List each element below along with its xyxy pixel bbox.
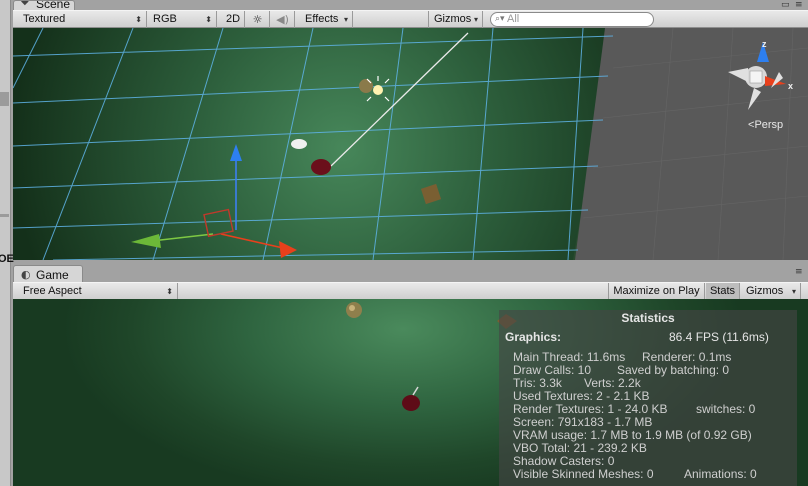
gizmos-label: Gizmos: [434, 13, 472, 25]
svg-text:z: z: [762, 39, 767, 49]
aspect-dropdown[interactable]: Free Aspect ⬍: [18, 283, 178, 300]
panel-lock-icon[interactable]: ▭: [781, 1, 790, 10]
dropdown-arrow-icon: ▾: [343, 15, 348, 24]
dropdown-arrow-icon: ▾: [791, 287, 796, 296]
search-icon: ⌕▾: [495, 14, 505, 24]
svg-text:x: x: [788, 81, 793, 91]
effects-label: Effects: [305, 13, 339, 25]
panel-edge-marker: [0, 92, 9, 106]
stats-row: VBO Total: 21 - 239.2 KB: [513, 441, 647, 455]
speaker-icon[interactable]: ◀): [271, 11, 295, 28]
dropdown-arrow-icon: ⬍: [205, 15, 212, 24]
apple-object[interactable]: [311, 159, 331, 175]
scene-toolbar: Textured ⬍ RGB ⬍ 2D ☼ ◀) Effects ▾ Gizmo…: [13, 10, 808, 28]
tab-scene-label: Scene: [36, 0, 71, 10]
stats-row: Tris: 3.3k Verts: 2.2k: [513, 376, 641, 390]
stats-row: Screen: 791x183 - 1.7 MB: [513, 415, 653, 429]
panel-edge-marker: [0, 214, 9, 217]
tab-game[interactable]: ◐ Game: [13, 265, 83, 283]
light-icon[interactable]: [373, 85, 383, 95]
hierarchy-search-input[interactable]: ⌕▾ All: [490, 12, 654, 27]
render-mode-dropdown[interactable]: RGB ⬍: [148, 11, 217, 28]
stats-row: Visible Skinned Meshes: 0 Animations: 0: [513, 467, 757, 481]
panel-menu-icon[interactable]: ≡: [795, 268, 803, 277]
side-panel-text: OE: [0, 253, 14, 265]
draw-mode-dropdown[interactable]: Textured ⬍: [18, 11, 147, 28]
search-placeholder: All: [507, 13, 520, 25]
apple-object: [402, 395, 420, 411]
scene-viewport[interactable]: z x <Persp: [13, 28, 808, 260]
dropdown-arrow-icon: ▾: [473, 15, 478, 24]
tab-scene[interactable]: ◆ Scene: [13, 0, 75, 10]
game-gizmos-dropdown[interactable]: Gizmos ▾: [741, 283, 801, 300]
game-toolbar: Free Aspect ⬍ Maximize on Play Stats Giz…: [13, 282, 808, 300]
left-panel-edge: OE: [0, 0, 14, 486]
sphere-object[interactable]: [359, 79, 373, 93]
projection-label: Persp: [754, 119, 784, 131]
void-background: [575, 28, 808, 260]
game-gizmos-label: Gizmos: [746, 285, 784, 297]
stats-row: Draw Calls: 10 Saved by batching: 0: [513, 363, 730, 377]
scene-tab-icon: ◆: [21, 0, 29, 7]
stats-row: Main Thread: 11.6ms Renderer: 0.1ms: [513, 350, 732, 364]
aspect-value: Free Aspect: [23, 285, 82, 297]
maximize-on-play-button[interactable]: Maximize on Play: [608, 283, 705, 300]
camera-icon[interactable]: [291, 139, 307, 149]
gizmos-dropdown[interactable]: Gizmos ▾: [428, 11, 483, 28]
sun-icon[interactable]: ☼: [246, 11, 270, 28]
stats-row: VRAM usage: 1.7 MB to 1.9 MB (of 0.92 GB…: [513, 428, 752, 442]
stats-row: Shadow Casters: 0: [513, 454, 615, 468]
stats-overlay: Statistics Graphics: 86.4 FPS (11.6ms) M…: [499, 310, 797, 486]
stats-row: Render Textures: 1 - 24.0 KB switches: 0: [513, 402, 756, 416]
dropdown-arrow-icon: ⬍: [166, 287, 173, 296]
toggle-2d-button[interactable]: 2D: [222, 11, 245, 28]
stats-fps: 86.4 FPS (11.6ms): [669, 330, 769, 344]
dropdown-arrow-icon: ⬍: [135, 15, 142, 24]
scene-render: z x: [13, 28, 808, 260]
effects-dropdown[interactable]: Effects ▾: [300, 11, 353, 28]
stats-title: Statistics: [621, 311, 675, 325]
render-mode-value: RGB: [153, 13, 177, 25]
stats-button[interactable]: Stats: [706, 283, 740, 300]
panel-menu-icon[interactable]: ≡: [795, 1, 803, 10]
game-tab-icon: ◐: [21, 268, 31, 281]
projection-toggle[interactable]: <Persp: [748, 119, 783, 131]
stats-row: Used Textures: 2 - 2.1 KB: [513, 389, 650, 403]
stats-heading: Graphics:: [505, 330, 562, 344]
tab-game-label: Game: [36, 268, 69, 282]
draw-mode-value: Textured: [23, 13, 66, 25]
